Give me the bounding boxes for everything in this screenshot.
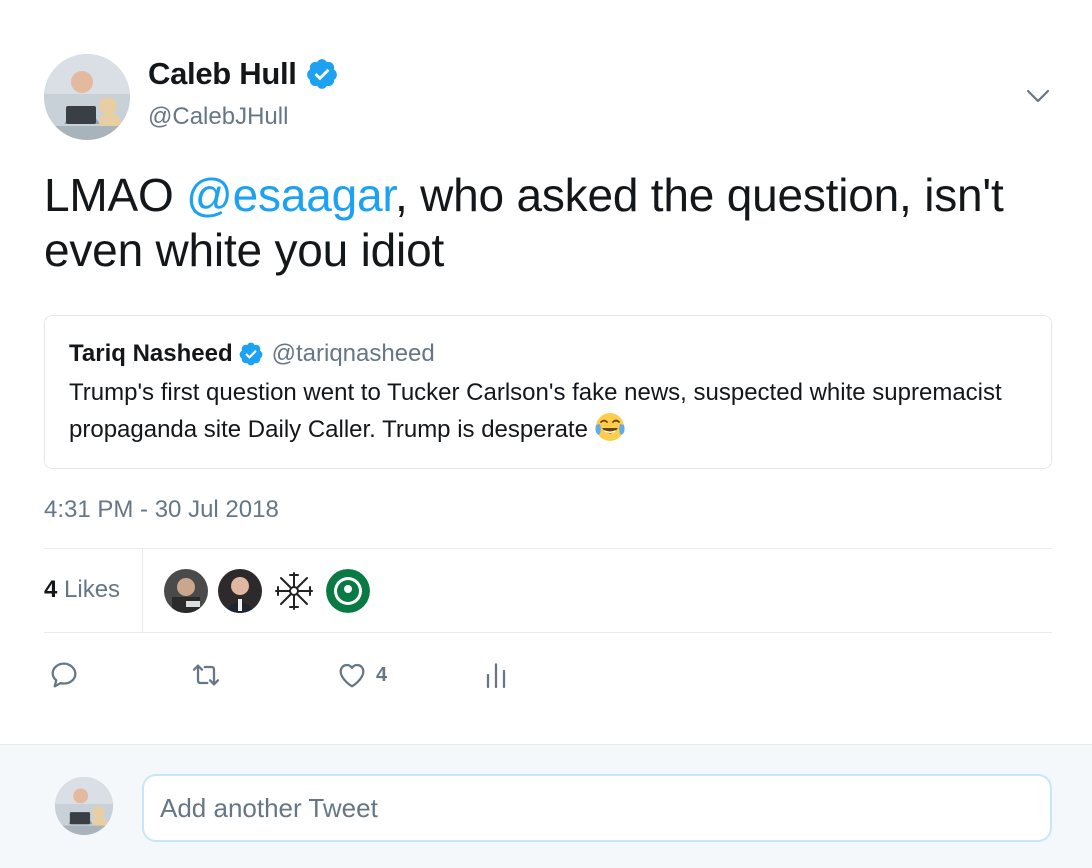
divider: [44, 632, 1052, 633]
liker-avatar[interactable]: [218, 569, 262, 613]
reply-button[interactable]: [48, 655, 80, 695]
stats-separator: [142, 549, 143, 632]
author-avatar[interactable]: [44, 54, 130, 140]
quoted-tweet-header: Tariq Nasheed @tariqnasheed: [69, 340, 435, 368]
likes-label: Likes: [57, 576, 121, 603]
likers-list: [164, 569, 370, 613]
reply-icon: [51, 662, 77, 688]
likes-count: 4: [44, 576, 58, 603]
quoted-author-name: Tariq Nasheed: [69, 340, 233, 367]
face-with-tears-of-joy-emoji-icon: [595, 413, 625, 441]
quoted-author-handle: @tariqnasheed: [271, 340, 435, 367]
tweet-text: LMAO @esaagar, who asked the question, i…: [44, 168, 1054, 278]
verified-badge-icon: [306, 59, 337, 89]
chevron-down-icon[interactable]: [1024, 84, 1052, 108]
author-display-name[interactable]: Caleb Hull: [148, 56, 339, 92]
liker-avatar-2-icon: [218, 569, 262, 613]
man-with-laptop-and-dog-photo-icon: [55, 777, 113, 835]
verified-badge-icon: [239, 342, 262, 366]
analytics-icon: [486, 663, 506, 689]
retweet-button[interactable]: [190, 655, 222, 695]
quoted-tweet[interactable]: Tariq Nasheed @tariqnasheed Trump's firs…: [44, 315, 1052, 469]
divider: [44, 548, 1052, 549]
liker-avatar[interactable]: [326, 569, 370, 613]
like-count: 4: [376, 663, 388, 686]
mention-link[interactable]: @esaagar: [186, 169, 395, 221]
author-name-text: Caleb Hull: [148, 56, 297, 91]
quoted-tweet-text: Trump's first question went to Tucker Ca…: [69, 374, 1029, 448]
reply-input[interactable]: [142, 774, 1052, 842]
tweet-timestamp[interactable]: 4:31 PM - 30 Jul 2018: [44, 496, 279, 524]
retweet-icon: [192, 664, 220, 686]
analytics-button[interactable]: [480, 655, 512, 695]
tweet-card: Caleb Hull @CalebJHull LMAO @esaagar, wh…: [0, 0, 1092, 744]
liker-avatar-4-green-badge-icon: [326, 569, 370, 613]
likes-stat[interactable]: 4 Likes: [44, 576, 120, 604]
liker-avatar-1-icon: [164, 569, 208, 613]
liker-avatar[interactable]: [272, 569, 316, 613]
author-handle[interactable]: @CalebJHull: [148, 103, 288, 131]
like-button[interactable]: 4: [336, 655, 387, 695]
current-user-avatar: [55, 777, 113, 835]
heart-icon: [339, 663, 365, 688]
reply-composer: [0, 744, 1092, 868]
liker-avatar-3-rune-symbol-icon: [272, 569, 316, 613]
liker-avatar[interactable]: [164, 569, 208, 613]
quoted-tweet-body: Trump's first question went to Tucker Ca…: [69, 379, 1002, 443]
man-with-laptop-and-dog-photo-icon: [44, 54, 130, 140]
tweet-text-pre: LMAO: [44, 169, 187, 221]
